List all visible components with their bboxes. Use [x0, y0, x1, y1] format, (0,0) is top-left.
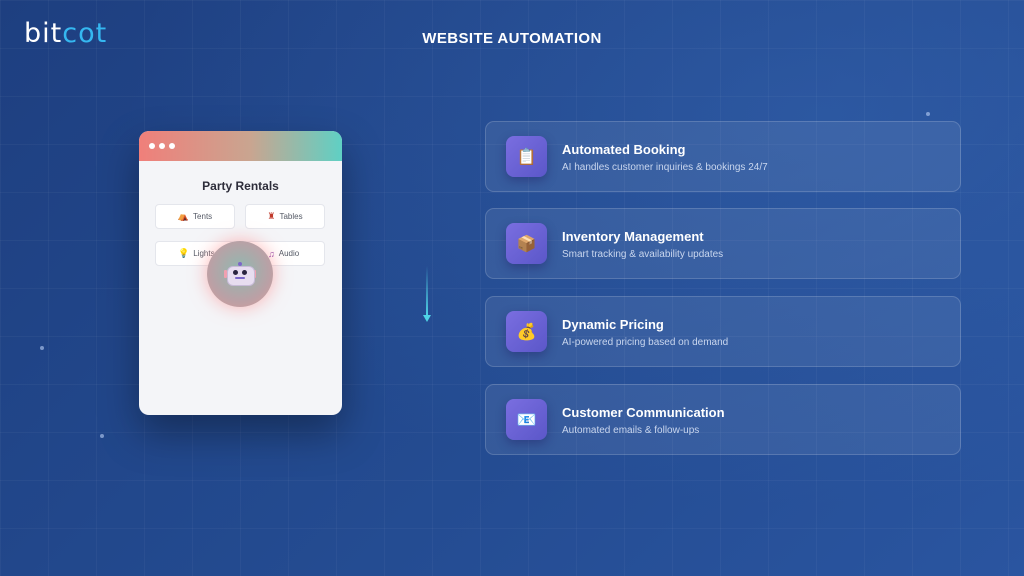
window-dot-icon	[169, 143, 175, 149]
tent-icon: ⛺	[177, 211, 190, 221]
chip-label: Audio	[278, 249, 300, 258]
box-icon: 📦	[506, 223, 547, 264]
clipboard-icon: 📋	[506, 136, 547, 177]
feature-title: Automated Booking	[562, 142, 686, 157]
decor-dot	[100, 434, 104, 438]
feature-title: Dynamic Pricing	[562, 317, 664, 332]
ai-assistant-bubble[interactable]	[207, 241, 273, 307]
table-icon: ♜	[267, 211, 276, 221]
decor-dot	[926, 112, 930, 116]
robot-icon	[224, 262, 256, 286]
feature-card-customer-communication[interactable]: 📧 Customer Communication Automated email…	[485, 384, 961, 455]
browser-title-bar	[139, 131, 342, 161]
flow-arrow-line	[426, 266, 428, 316]
feature-description: Automated emails & follow-ups	[562, 425, 700, 436]
light-bulb-icon: 💡	[178, 248, 190, 258]
window-dot-icon	[149, 143, 155, 149]
feature-card-automated-booking[interactable]: 📋 Automated Booking AI handles customer …	[485, 121, 961, 192]
category-chip-tables[interactable]: ♜ Tables	[245, 204, 325, 229]
arrow-down-icon	[423, 315, 431, 322]
feature-description: Smart tracking & availability updates	[562, 249, 724, 260]
feature-title: Customer Communication	[562, 405, 725, 420]
window-dot-icon	[159, 143, 165, 149]
feature-card-dynamic-pricing[interactable]: 💰 Dynamic Pricing AI-powered pricing bas…	[485, 296, 961, 367]
page-title: WEBSITE AUTOMATION	[422, 30, 602, 47]
browser-site-title: Party Rentals	[202, 179, 279, 193]
feature-title: Inventory Management	[562, 229, 704, 244]
money-bag-icon: 💰	[506, 311, 547, 352]
feature-description: AI handles customer inquiries & bookings…	[562, 162, 768, 173]
chip-label: Tables	[279, 212, 303, 221]
category-chip-tents[interactable]: ⛺ Tents	[155, 204, 235, 229]
chip-label: Tents	[193, 212, 213, 221]
email-icon: 📧	[506, 399, 547, 440]
decor-dot	[40, 346, 44, 350]
feature-description: AI-powered pricing based on demand	[562, 337, 729, 348]
browser-mockup: Party Rentals ⛺ Tents ♜ Tables 💡 Lights …	[139, 131, 342, 415]
music-note-icon: ♫	[268, 248, 275, 259]
feature-card-inventory-management[interactable]: 📦 Inventory Management Smart tracking & …	[485, 208, 961, 279]
